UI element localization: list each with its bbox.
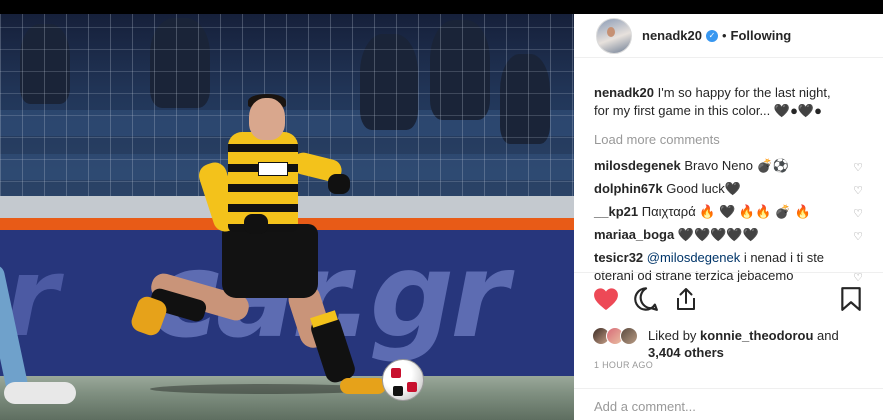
likes-text: Liked by konnie_theodorou and 3,404 othe… xyxy=(648,328,839,360)
heart-outline-icon[interactable]: ♡ xyxy=(853,228,863,246)
heart-outline-icon[interactable]: ♡ xyxy=(853,182,863,200)
caption-username[interactable]: nenadk20 xyxy=(594,85,654,100)
comment-item: dolphin67k Good luck🖤 ♡ xyxy=(594,180,863,198)
comment-item: milosdegenek Bravo Neno 💣⚽ ♡ xyxy=(594,157,863,175)
player-shorts xyxy=(222,224,318,298)
bookmark-icon[interactable] xyxy=(837,285,865,313)
comment-text: 🖤🖤🖤🖤🖤 xyxy=(677,227,759,242)
heart-outline-icon[interactable]: ♡ xyxy=(853,205,863,223)
post-photo[interactable]: r car.gr xyxy=(0,14,574,420)
heart-outline-icon[interactable]: ♡ xyxy=(853,159,863,177)
football xyxy=(382,359,424,401)
comment-username[interactable]: dolphin67k xyxy=(594,181,663,196)
load-more-comments-button[interactable]: Load more comments xyxy=(594,132,863,147)
action-bar xyxy=(592,285,865,313)
pitch xyxy=(0,376,574,420)
comment-item: mariaa_boga 🖤🖤🖤🖤🖤 ♡ xyxy=(594,226,863,244)
likes-summary: Liked by konnie_theodorou and 3,404 othe… xyxy=(592,327,865,361)
comment-username[interactable]: __kp21 xyxy=(594,204,638,219)
post-sidebar: nenadk20 ✓ • Following nenadk20 I'm so h… xyxy=(574,14,883,420)
comments-list: nenadk20 I'm so happy for the last night… xyxy=(574,58,883,282)
player-head xyxy=(249,98,285,140)
username-link[interactable]: nenadk20 xyxy=(642,28,702,43)
comment-item: __kp21 Παιχταρά 🔥 🖤 🔥🔥 💣 🔥 ♡ xyxy=(594,203,863,221)
add-comment-input[interactable]: Add a comment... xyxy=(574,388,883,420)
following-button[interactable]: Following xyxy=(731,28,792,43)
likes-count-link[interactable]: 3,404 others xyxy=(648,345,724,360)
share-icon[interactable] xyxy=(672,285,700,313)
avatar[interactable] xyxy=(596,17,632,54)
comment-mention[interactable]: @milosdegenek xyxy=(647,250,740,265)
liker-avatars[interactable] xyxy=(592,327,640,347)
liked-by-user-link[interactable]: konnie_theodorou xyxy=(700,328,813,343)
comment-text: Good luck🖤 xyxy=(666,181,741,196)
comment-text: Bravo Neno 💣⚽ xyxy=(684,158,789,173)
separator-dot: • xyxy=(721,28,727,43)
other-player-boot xyxy=(4,382,76,404)
post-timestamp[interactable]: 1 HOUR AGO xyxy=(594,360,653,370)
jersey-sponsor xyxy=(258,162,288,176)
post-header: nenadk20 ✓ • Following xyxy=(574,14,883,58)
verified-badge-icon: ✓ xyxy=(705,29,718,42)
comment-text: Παιχταρά 🔥 🖤 🔥🔥 💣 🔥 xyxy=(641,204,811,219)
post-actions-section: Liked by konnie_theodorou and 3,404 othe… xyxy=(574,272,883,361)
comment-username[interactable]: tesicr32 xyxy=(594,250,643,265)
comment-bubble-icon[interactable] xyxy=(632,285,660,313)
top-bar xyxy=(0,0,883,14)
comment-username[interactable]: milosdegenek xyxy=(594,158,681,173)
player-boot xyxy=(340,378,386,394)
post-caption: nenadk20 I'm so happy for the last night… xyxy=(594,84,863,120)
avatar xyxy=(620,327,638,345)
comment-username[interactable]: mariaa_boga xyxy=(594,227,674,242)
like-heart-icon[interactable] xyxy=(592,285,620,313)
